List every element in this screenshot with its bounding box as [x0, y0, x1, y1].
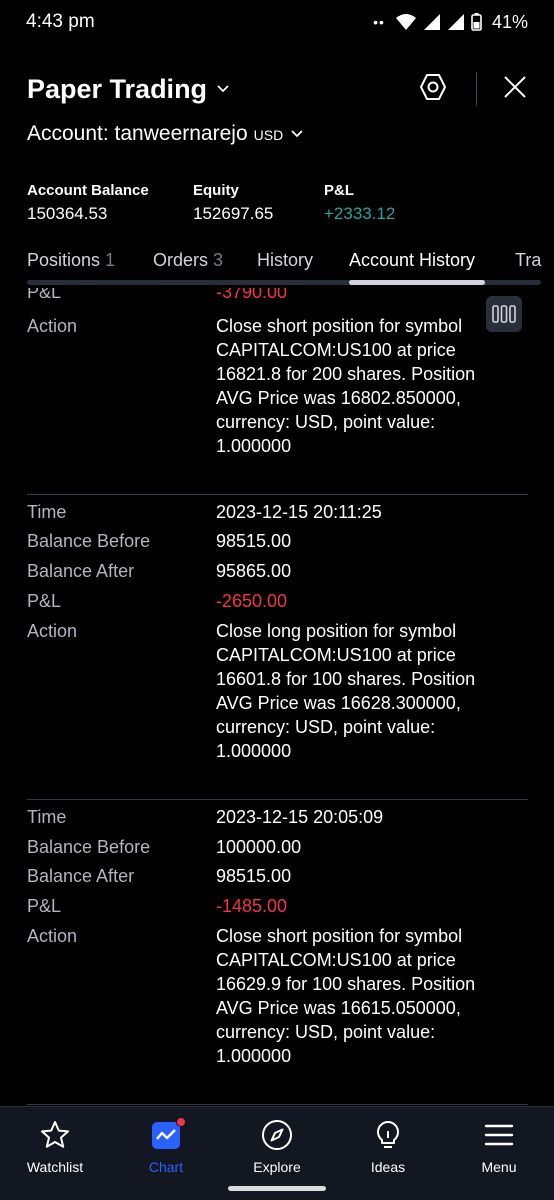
status-icons — [395, 13, 482, 31]
field-label: Time — [27, 502, 67, 522]
tab-label: History — [257, 250, 314, 270]
field-label: P&L — [27, 896, 62, 916]
account-currency: USD — [253, 127, 284, 143]
tab-label: Positions — [27, 250, 101, 270]
notification-dots: •• — [373, 14, 385, 30]
balance-before-value: 98515.00 — [216, 531, 292, 551]
tab-active-indicator — [349, 280, 485, 285]
signal-icon-2 — [447, 14, 464, 30]
tab-label: Orders — [153, 250, 209, 270]
home-indicator[interactable] — [228, 1186, 326, 1191]
pnl-value: -1485.00 — [216, 896, 288, 916]
account-label: Account: tanweernarejo — [27, 122, 248, 145]
nav-label: Chart — [148, 1159, 184, 1175]
field-label: Balance Before — [27, 837, 151, 857]
nav-watchlist[interactable]: Watchlist — [5, 1117, 105, 1175]
balance-after-value: 98515.00 — [216, 866, 292, 886]
status-time: 4:43 pm — [26, 11, 95, 32]
nav-menu[interactable]: Menu — [449, 1117, 549, 1175]
header-divider — [476, 72, 477, 106]
field-label: Action — [27, 316, 78, 336]
field-label: Action — [27, 621, 78, 641]
settings-hexagon-icon[interactable] — [418, 72, 448, 107]
columns-icon — [492, 305, 516, 323]
status-right: •• 41% — [373, 12, 528, 33]
header-actions — [418, 72, 527, 107]
chart-icon — [150, 1117, 186, 1153]
summary-label: Equity — [193, 182, 239, 199]
summary-label: P&L — [324, 182, 354, 199]
tab-label: Account History — [349, 250, 476, 270]
compass-icon — [261, 1117, 293, 1153]
balance-before-value: 100000.00 — [216, 837, 302, 857]
action-value: Close long position for symbol CAPITALCO… — [216, 621, 476, 761]
action-value: Close short position for symbol CAPITALC… — [216, 316, 476, 456]
star-icon — [39, 1117, 71, 1153]
field-label: Action — [27, 926, 78, 946]
close-icon[interactable] — [503, 75, 527, 104]
notification-dot — [176, 1117, 186, 1127]
time-value: 2023-12-15 20:11:25 — [216, 502, 382, 522]
time-value: 2023-12-15 20:05:09 — [216, 807, 384, 827]
summary-equity: Equity 152697.65 — [193, 182, 324, 224]
field-label: Time — [27, 807, 67, 827]
nav-label: Menu — [481, 1159, 517, 1175]
tab-history[interactable]: History — [257, 250, 313, 271]
field-label: Balance After — [27, 561, 135, 581]
status-bar: 4:43 pm •• 41% — [0, 0, 554, 44]
summary-value: +2333.12 — [324, 204, 396, 223]
tab-label: Tra — [515, 250, 542, 270]
nav-chart[interactable]: Chart — [116, 1117, 216, 1175]
chevron-down-icon[interactable] — [217, 85, 229, 93]
battery-percent: 41% — [491, 11, 528, 32]
app-header: Paper Trading — [0, 66, 554, 112]
tab-trades[interactable]: Tra — [515, 250, 541, 271]
field-label: P&L — [27, 288, 62, 302]
action-value: Close short position for symbol CAPITALC… — [216, 926, 476, 1066]
battery-icon — [471, 13, 482, 31]
row-separator — [27, 494, 528, 495]
nav-label: Ideas — [370, 1159, 406, 1175]
lightbulb-icon — [372, 1117, 404, 1153]
summary-account-balance: Account Balance 150364.53 — [27, 182, 193, 224]
summary-pnl: P&L +2333.12 — [324, 182, 395, 224]
page-title[interactable]: Paper Trading — [27, 74, 207, 105]
nav-explore[interactable]: Explore — [227, 1117, 327, 1175]
signal-icon — [423, 14, 440, 30]
chevron-down-icon[interactable] — [291, 130, 303, 138]
tab-positions[interactable]: Positions 1 — [27, 250, 115, 271]
nav-label: Watchlist — [26, 1159, 84, 1175]
tab-account-history[interactable]: Account History — [349, 250, 475, 271]
tab-orders[interactable]: Orders 3 — [153, 250, 223, 271]
menu-icon — [484, 1117, 514, 1153]
summary-value: 152697.65 — [193, 204, 274, 223]
account-summary: Account Balance 150364.53 Equity 152697.… — [27, 182, 395, 224]
field-label: P&L — [27, 591, 62, 611]
account-selector[interactable]: Account: tanweernarejo USD — [27, 122, 303, 146]
wifi-icon — [395, 14, 416, 30]
account-history-list[interactable]: P&L -3790.00 Action Close short position… — [0, 288, 554, 1106]
balance-after-value: 95865.00 — [216, 561, 292, 581]
nav-ideas[interactable]: Ideas — [338, 1117, 438, 1175]
column-settings-button[interactable] — [486, 296, 522, 332]
row-separator — [27, 1104, 528, 1105]
pnl-value: -3790.00 — [216, 288, 288, 302]
field-label: Balance After — [27, 866, 135, 886]
summary-label: Account Balance — [27, 182, 149, 199]
field-label: Balance Before — [27, 531, 151, 551]
row-separator — [27, 799, 528, 800]
summary-value: 150364.53 — [27, 204, 108, 223]
pnl-value: -2650.00 — [216, 591, 288, 611]
tab-count: 1 — [105, 250, 116, 270]
tab-count: 3 — [213, 250, 224, 270]
nav-label: Explore — [253, 1159, 301, 1175]
